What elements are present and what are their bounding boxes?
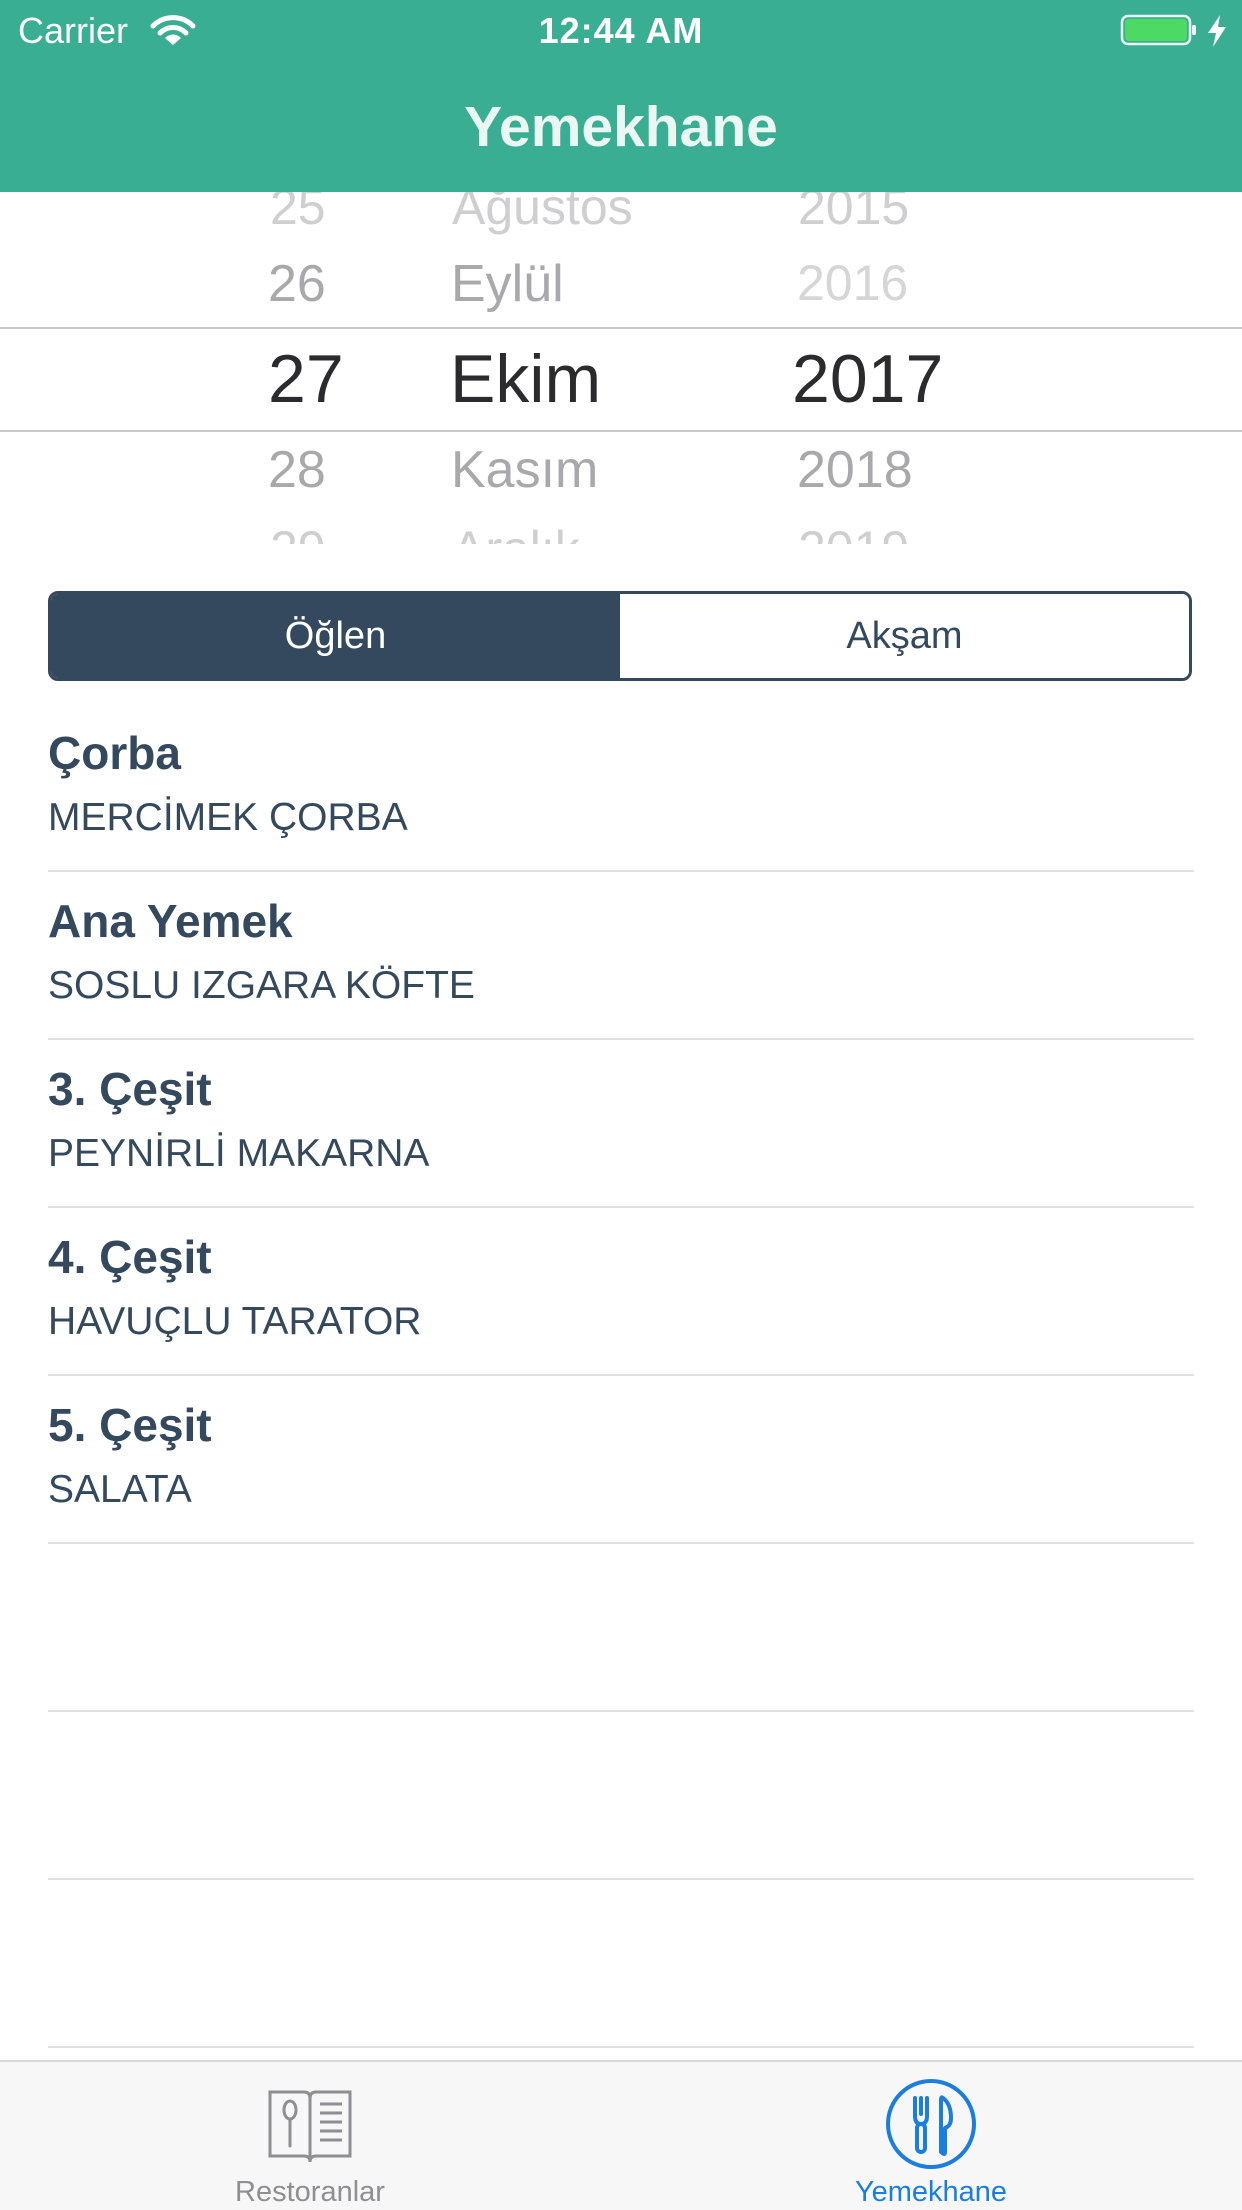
menu-row[interactable]: Ana Yemek SOSLU IZGARA KÖFTE xyxy=(48,872,1194,1040)
menu-category: 4. Çeşit xyxy=(48,1231,212,1283)
picker-year-above-cut[interactable]: 2015 xyxy=(798,192,909,236)
picker-month-above-cut[interactable]: Ağustos xyxy=(452,192,633,236)
meal-segmented-control[interactable]: Öğlen Akşam xyxy=(48,591,1192,681)
picker-day-below-cut[interactable]: 29 xyxy=(270,520,326,544)
menu-dish: HAVUÇLU TARATOR xyxy=(48,1300,422,1343)
picker-year-below[interactable]: 2018 xyxy=(797,440,913,500)
menu-category: Çorba xyxy=(48,727,181,779)
segment-aksam[interactable]: Akşam xyxy=(620,594,1189,678)
picker-month-above[interactable]: Eylül xyxy=(451,254,564,314)
menu-category: 3. Çeşit xyxy=(48,1063,212,1115)
date-picker[interactable]: 25 26 27 28 29 Ağustos Eylül Ekim Kasım … xyxy=(0,192,1242,544)
menu-list: Çorba MERCİMEK ÇORBA Ana Yemek SOSLU IZG… xyxy=(48,704,1194,2048)
tab-label-restoranlar: Restoranlar xyxy=(235,2176,385,2208)
picker-year-below-cut[interactable]: 2019 xyxy=(798,520,909,544)
picker-year-selected[interactable]: 2017 xyxy=(792,340,943,418)
menu-row[interactable]: 5. Çeşit SALATA xyxy=(48,1376,1194,1544)
page-title: Yemekhane xyxy=(464,95,778,159)
picker-selection-bottom-line xyxy=(0,430,1242,432)
empty-row xyxy=(48,1880,1194,2048)
menu-row[interactable]: Çorba MERCİMEK ÇORBA xyxy=(48,704,1194,872)
fork-knife-icon xyxy=(886,2079,976,2169)
menu-dish: MERCİMEK ÇORBA xyxy=(48,796,408,839)
charging-bolt-icon xyxy=(1208,15,1226,47)
menu-row[interactable]: 3. Çeşit PEYNİRLİ MAKARNA xyxy=(48,1040,1194,1208)
empty-row xyxy=(48,1544,1194,1712)
picker-selection-top-line xyxy=(0,327,1242,329)
top-bar: Carrier 12:44 AM Yemekhane xyxy=(0,0,1242,192)
menu-row[interactable]: 4. Çeşit HAVUÇLU TARATOR xyxy=(48,1208,1194,1376)
picker-month-selected[interactable]: Ekim xyxy=(450,340,601,418)
status-time: 12:44 AM xyxy=(538,10,704,51)
empty-row xyxy=(48,1712,1194,1880)
tab-label-yemekhane: Yemekhane xyxy=(854,2176,1008,2208)
picker-month-below-cut[interactable]: Aralık xyxy=(452,520,580,544)
tab-yemekhane[interactable]: Yemekhane xyxy=(781,2062,1081,2210)
menu-category: Ana Yemek xyxy=(48,895,293,947)
segment-oglen[interactable]: Öğlen xyxy=(51,594,620,678)
picker-month-below[interactable]: Kasım xyxy=(451,440,598,500)
menu-dish: SOSLU IZGARA KÖFTE xyxy=(48,964,475,1007)
menu-category: 5. Çeşit xyxy=(48,1399,212,1451)
picker-year-above[interactable]: 2016 xyxy=(797,254,908,312)
menu-book-icon xyxy=(268,2090,352,2163)
tab-bar: Restoranlar Yemekhane xyxy=(0,2060,1242,2210)
picker-day-selected[interactable]: 27 xyxy=(268,340,344,418)
menu-dish: PEYNİRLİ MAKARNA xyxy=(48,1132,430,1175)
battery-icon xyxy=(1120,14,1196,46)
menu-dish: SALATA xyxy=(48,1468,192,1511)
picker-day-below[interactable]: 28 xyxy=(268,440,326,500)
picker-day-above-cut[interactable]: 25 xyxy=(270,192,326,236)
tab-restoranlar[interactable]: Restoranlar xyxy=(160,2062,460,2210)
picker-day-above[interactable]: 26 xyxy=(268,254,326,314)
